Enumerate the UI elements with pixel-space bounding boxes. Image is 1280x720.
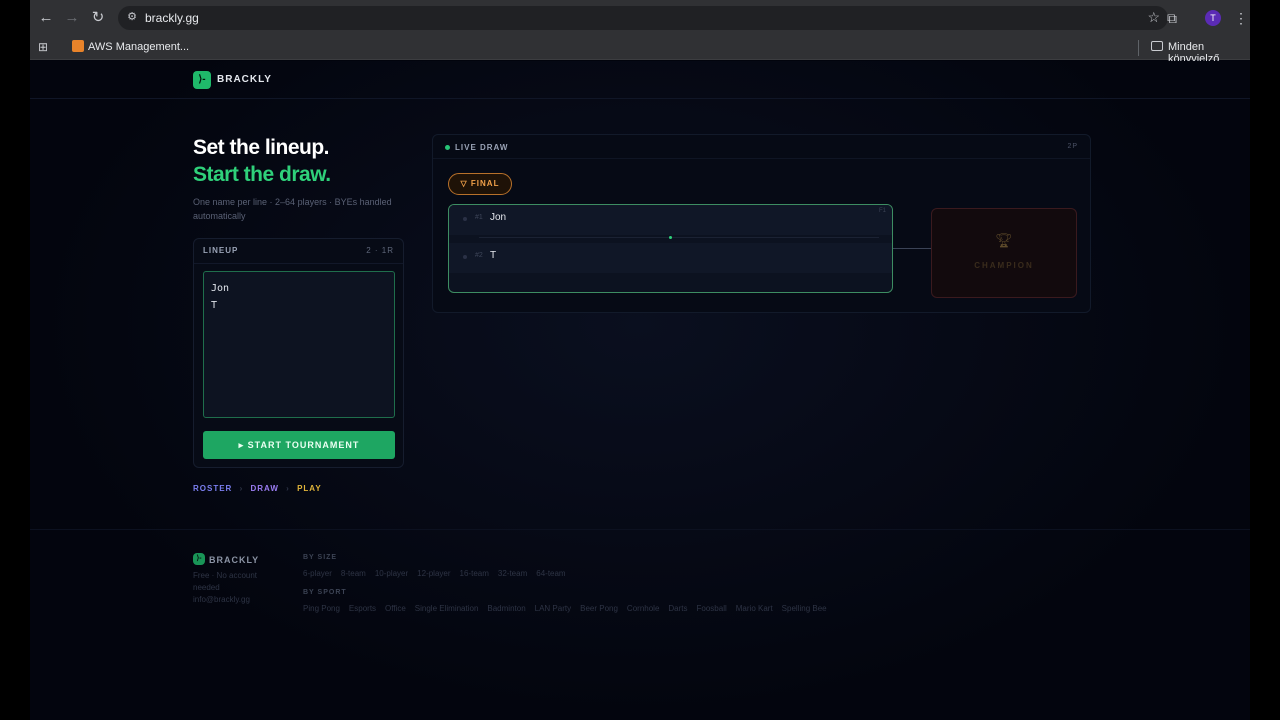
reload-icon[interactable]: ↻ <box>88 8 108 28</box>
footer-link[interactable]: 6-player <box>303 569 332 578</box>
match-card[interactable]: #1 Jon #2 T F1 <box>448 204 893 293</box>
hero-title: Set the lineup. <box>193 136 330 159</box>
footer-logo-icon[interactable]: ⟩- <box>193 553 205 565</box>
footer-by-size-label: BY SIZE <box>303 554 338 561</box>
footer-brand[interactable]: BRACKLY <box>209 555 259 565</box>
player-count: 2P <box>1067 143 1078 150</box>
footer-link[interactable]: 12-player <box>417 569 450 578</box>
step-roster: ROSTER <box>193 484 233 493</box>
footer-link[interactable]: Foosball <box>697 604 727 613</box>
player-name: T <box>490 250 497 261</box>
champion-slot: 🏆︎ CHAMPION <box>931 208 1077 298</box>
player-slot[interactable]: #2 T <box>449 243 892 273</box>
step-separator: › <box>286 484 290 493</box>
live-indicator-dot <box>445 145 450 150</box>
page: ⟩- BRACKLY Set the lineup. Start the dra… <box>30 61 1250 720</box>
apps-grid-icon[interactable]: ⊞ <box>38 40 52 54</box>
footer-tagline: Free · No account needed <box>193 571 258 592</box>
lineup-divider <box>194 263 403 264</box>
footer-email[interactable]: info@brackly.gg <box>193 595 250 604</box>
bookmark-divider <box>1138 40 1139 56</box>
site-info-icon[interactable]: ⚙ <box>125 10 139 24</box>
footer-link[interactable]: Single Elimination <box>415 604 479 613</box>
draw-divider <box>433 158 1090 159</box>
address-bar[interactable]: ⚙ brackly.gg ☆ <box>118 6 1168 30</box>
round-badge-final: ▽ FINAL <box>448 173 512 195</box>
lineup-count: 2 · 1R <box>366 246 394 255</box>
start-tournament-button[interactable]: ▸ START TOURNAMENT <box>203 431 395 459</box>
player-name: Jon <box>490 212 507 223</box>
hero-subtitle: One name per line · 2–64 players · BYEs … <box>193 197 392 221</box>
funnel-icon: ▽ <box>460 179 468 188</box>
round-label: FINAL <box>470 179 500 188</box>
slot-dot <box>463 255 467 259</box>
footer-link[interactable]: Esports <box>349 604 376 613</box>
footer-link[interactable]: Spelling Bee <box>782 604 827 613</box>
footer-link[interactable]: Mario Kart <box>736 604 773 613</box>
footer-divider <box>30 529 1250 530</box>
footer-link[interactable]: 16-team <box>460 569 489 578</box>
footer-link[interactable]: 32-team <box>498 569 527 578</box>
site-header: ⟩- BRACKLY <box>30 61 1250 99</box>
step-play: PLAY <box>297 484 322 493</box>
browser-toolbar: ← → ↻ ⚙ brackly.gg ☆ ⧉ T ⋮ <box>30 0 1250 36</box>
bookmark-star-icon[interactable]: ☆ <box>1147 9 1160 26</box>
step-separator: › <box>239 484 244 493</box>
footer-link[interactable]: 10-player <box>375 569 408 578</box>
forward-icon[interactable]: → <box>62 8 82 28</box>
footer-link[interactable]: Cornhole <box>627 604 659 613</box>
footer-link[interactable]: 8-team <box>341 569 366 578</box>
footer-link[interactable]: Ping Pong <box>303 604 340 613</box>
site-brand[interactable]: BRACKLY <box>217 74 272 85</box>
vs-dot <box>669 236 672 239</box>
footer-link[interactable]: LAN Party <box>535 604 571 613</box>
lineup-label: LINEUP <box>203 246 239 255</box>
footer-link[interactable]: 64-team <box>536 569 565 578</box>
live-draw-panel: LIVE DRAW 2P ▽ FINAL #1 Jon #2 T F1 🏆︎ C… <box>432 134 1091 313</box>
footer-link[interactable]: Office <box>385 604 406 613</box>
browser-window: ← → ↻ ⚙ brackly.gg ☆ ⧉ T ⋮ ⊞ AWS Managem… <box>30 0 1250 720</box>
footer-size-links: 6-player 8-team 10-player 12-player 16-team 3… <box>303 569 575 578</box>
player-seed: #1 <box>475 214 483 221</box>
bookmarks-bar: ⊞ AWS Management... Minden könyvjelző <box>30 36 1250 65</box>
footer-sport-links: Ping Pong Esports Office Single Elimination… <box>303 604 836 613</box>
steps-breadcrumb: ROSTER › DRAW › PLAY <box>193 484 326 493</box>
vs-divider <box>479 237 879 238</box>
hero-title-accent: Start the draw. <box>193 163 331 186</box>
names-textarea[interactable]: Jon T <box>203 271 395 418</box>
url-text: brackly.gg <box>145 11 199 25</box>
player-seed: #2 <box>475 252 483 259</box>
trophy-icon: 🏆︎ <box>995 232 1013 248</box>
bookmark-aws[interactable]: AWS Management... <box>88 41 189 53</box>
footer-link[interactable]: Badminton <box>487 604 525 613</box>
footer-link[interactable]: Darts <box>668 604 687 613</box>
match-id: F1 <box>878 208 886 214</box>
footer-by-sport-label: BY SPORT <box>303 589 347 596</box>
brackly-logo-icon[interactable]: ⟩- <box>193 71 211 89</box>
menu-kebab-icon[interactable]: ⋮ <box>1234 9 1248 27</box>
slot-dot <box>463 217 467 221</box>
profile-avatar[interactable]: T <box>1205 10 1221 26</box>
extensions-icon[interactable]: ⧉ <box>1167 9 1177 27</box>
footer-link[interactable]: Beer Pong <box>580 604 618 613</box>
step-draw: DRAW <box>250 484 279 493</box>
folder-icon[interactable] <box>1151 41 1163 51</box>
player-slot[interactable]: #1 Jon <box>449 205 892 235</box>
bracket-connector <box>893 248 933 249</box>
champion-label: CHAMPION <box>974 261 1034 270</box>
lineup-card: LINEUP 2 · 1R Jon T ▸ START TOURNAMENT <box>193 238 404 468</box>
aws-icon[interactable] <box>72 40 84 52</box>
back-icon[interactable]: ← <box>36 8 56 28</box>
live-draw-label: LIVE DRAW <box>455 143 509 152</box>
